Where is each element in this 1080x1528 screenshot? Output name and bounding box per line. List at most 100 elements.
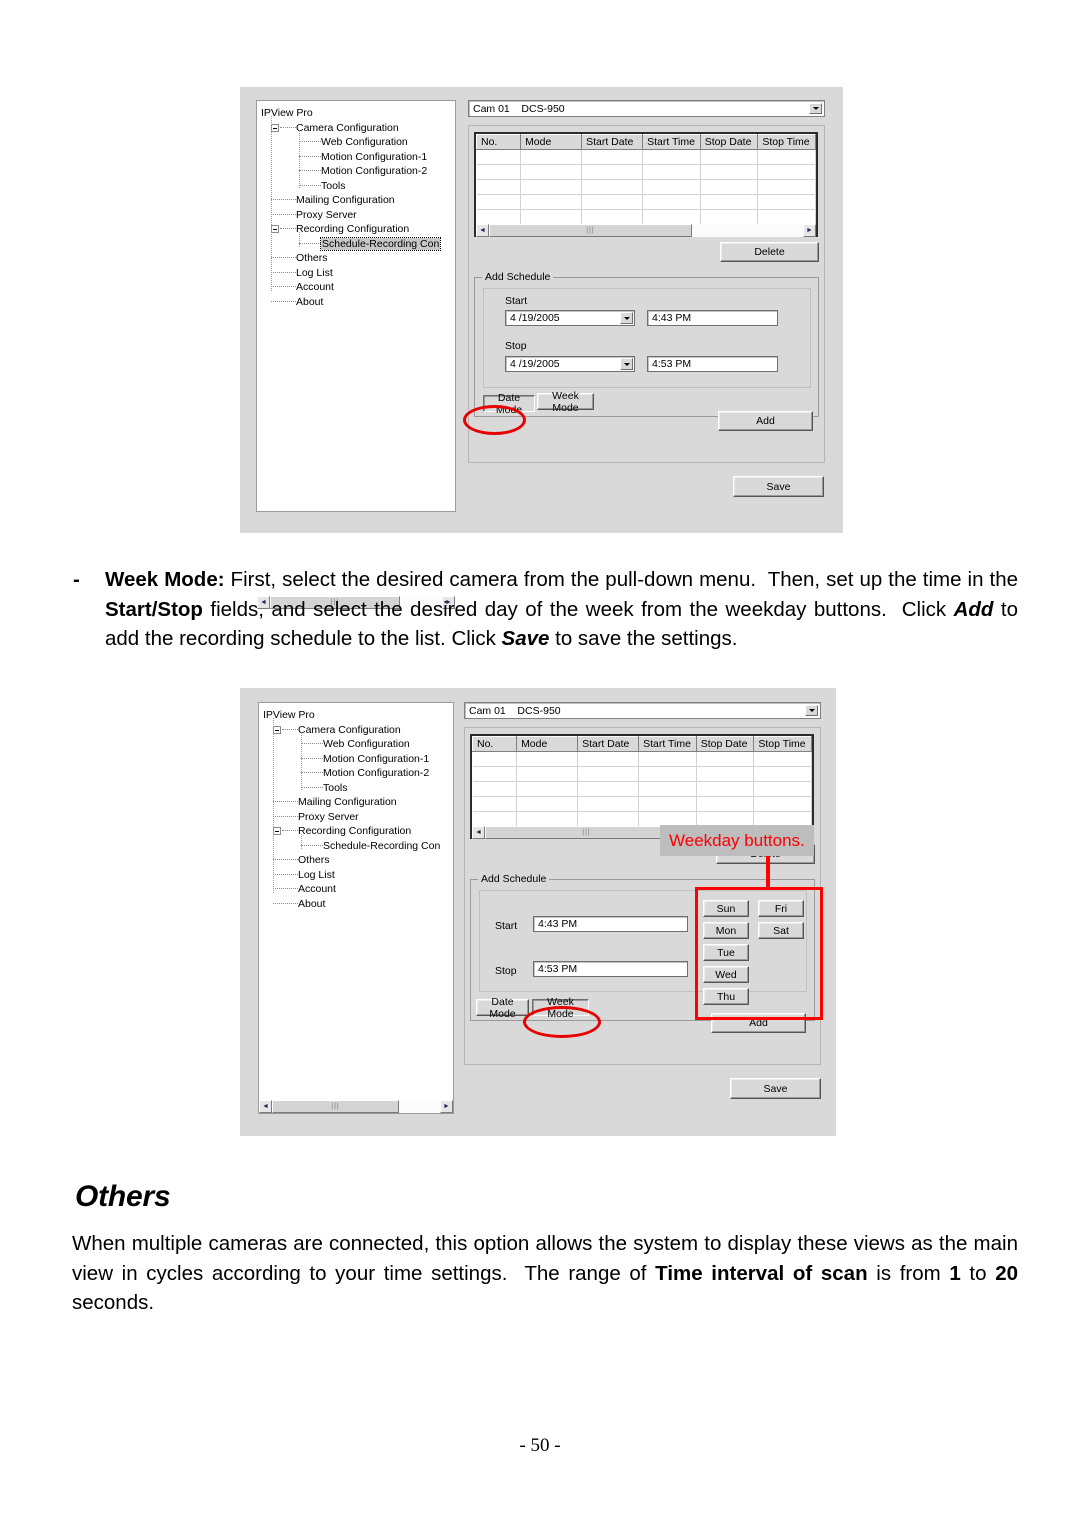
add-button[interactable]: Add <box>718 411 813 431</box>
tree-item-log-list[interactable]: Log List <box>261 266 455 281</box>
tree-item-tools[interactable]: Tools <box>263 781 453 796</box>
delete-button[interactable]: Delete <box>720 242 819 262</box>
camera-select[interactable]: Cam 01 DCS-950 <box>468 100 825 117</box>
scroll-left-arrow-icon[interactable]: ◄ <box>472 826 485 839</box>
tree-item-others[interactable]: Others <box>261 251 455 266</box>
start-time-field[interactable]: 4:43 PM <box>647 310 778 326</box>
tree-item-camera-configuration[interactable]: Camera Configuration <box>263 723 453 738</box>
tree-item-recording-configuration[interactable]: Recording Configuration <box>261 222 455 237</box>
tree-item-proxy-server[interactable]: Proxy Server <box>261 208 455 223</box>
schedule-table[interactable]: No. Mode Start Date Start Time Stop Date Stop… <box>474 132 818 237</box>
table-column-header[interactable]: Start Date <box>581 134 644 150</box>
table-column-header[interactable]: Start Date <box>577 736 640 752</box>
tree-item-about[interactable]: About <box>263 897 453 912</box>
scroll-thumb[interactable]: ||| <box>272 1100 399 1113</box>
tree-hscrollbar[interactable]: ◄ ||| ► <box>259 1100 453 1113</box>
scroll-thumb[interactable]: ||| <box>489 224 692 237</box>
stop-time-field[interactable]: 4:53 PM <box>533 961 688 977</box>
table-row[interactable] <box>472 766 812 782</box>
tree-root-item[interactable]: IPView Pro <box>263 708 453 723</box>
scroll-right-arrow-icon[interactable]: ► <box>440 1100 453 1113</box>
weekday-button-mon[interactable]: Mon <box>703 922 749 939</box>
tree-item-others[interactable]: Others <box>263 853 453 868</box>
date-mode-tab[interactable]: Date Mode <box>476 996 529 1020</box>
chevron-down-icon[interactable] <box>809 103 822 114</box>
table-row[interactable] <box>472 796 812 812</box>
table-row[interactable] <box>476 149 816 165</box>
table-row[interactable] <box>472 781 812 797</box>
scroll-track[interactable] <box>399 1100 440 1113</box>
table-column-header[interactable]: No. <box>476 134 522 150</box>
tree-item-log-list[interactable]: Log List <box>263 868 453 883</box>
table-row[interactable] <box>472 751 812 767</box>
tree-item-mailing-configuration[interactable]: Mailing Configuration <box>263 795 453 810</box>
tree-item-about[interactable]: About <box>261 295 455 310</box>
table-cell <box>472 796 518 812</box>
scroll-thumb[interactable]: ||| <box>485 826 688 839</box>
weekday-button-thu[interactable]: Thu <box>703 988 749 1005</box>
table-column-header[interactable]: Mode <box>516 736 579 752</box>
table-column-header[interactable]: Stop Time <box>753 736 812 752</box>
camera-select[interactable]: Cam 01 DCS-950 <box>464 702 821 719</box>
tree-item-web-configuration[interactable]: Web Configuration <box>263 737 453 752</box>
table-row[interactable] <box>476 194 816 210</box>
weekday-button-fri[interactable]: Fri <box>758 900 804 917</box>
tree-item-motion-configuration-2[interactable]: Motion Configuration-2 <box>263 766 453 781</box>
tree-item-motion-configuration-1[interactable]: Motion Configuration-1 <box>263 752 453 767</box>
table-column-header[interactable]: Start Time <box>642 134 701 150</box>
save-button[interactable]: Save <box>730 1078 821 1099</box>
tree-item-account[interactable]: Account <box>263 882 453 897</box>
table-column-header[interactable]: Stop Date <box>695 736 755 752</box>
table-column-header[interactable]: Mode <box>520 134 583 150</box>
scroll-left-arrow-icon[interactable]: ◄ <box>476 224 489 237</box>
schedule-table[interactable]: No. Mode Start Date Start Time Stop Date Stop… <box>470 734 814 839</box>
start-time-field[interactable]: 4:43 PM <box>533 916 688 932</box>
tree-item-account[interactable]: Account <box>261 280 455 295</box>
tree-collapse-minus-icon[interactable] <box>273 827 281 836</box>
weekday-button-sat[interactable]: Sat <box>758 922 804 939</box>
chevron-down-icon[interactable] <box>805 705 818 716</box>
table-row[interactable] <box>476 179 816 195</box>
scroll-left-arrow-icon[interactable]: ◄ <box>259 1100 272 1113</box>
table-row[interactable] <box>476 209 816 225</box>
table-column-header[interactable]: Stop Time <box>757 134 816 150</box>
tree-item-mailing-configuration[interactable]: Mailing Configuration <box>261 193 455 208</box>
scroll-track[interactable] <box>692 224 803 237</box>
tree-item-schedule-recording-con[interactable]: Schedule-Recording Con <box>261 236 455 252</box>
date-mode-tab[interactable]: Date Mode <box>483 392 535 416</box>
table-column-header[interactable]: Stop Date <box>699 134 759 150</box>
tree-item-label: Log List <box>296 266 333 279</box>
tree-collapse-minus-icon[interactable] <box>271 123 279 132</box>
start-date-field[interactable]: 4 /19/2005 <box>505 310 635 326</box>
tree-collapse-minus-icon[interactable] <box>273 725 281 734</box>
weekday-button-sun[interactable]: Sun <box>703 900 749 917</box>
tree-item-schedule-recording-con[interactable]: Schedule-Recording Con <box>263 839 453 854</box>
week-mode-tab[interactable]: Week Mode <box>537 390 594 414</box>
navigation-tree-panel[interactable]: IPView Pro Camera Configuration Web Config… <box>258 702 454 1114</box>
date-spinner-icon[interactable] <box>620 312 633 324</box>
tree-collapse-minus-icon[interactable] <box>271 225 279 234</box>
tree-root-item[interactable]: IPView Pro <box>261 106 455 121</box>
weekday-button-tue[interactable]: Tue <box>703 944 749 961</box>
week-mode-tab[interactable]: Week Mode <box>532 996 589 1020</box>
tree-item-web-configuration[interactable]: Web Configuration <box>261 135 455 150</box>
tree-item-label: Others <box>298 854 330 866</box>
tree-item-tools[interactable]: Tools <box>261 179 455 194</box>
save-button[interactable]: Save <box>733 476 824 497</box>
tree-item-proxy-server[interactable]: Proxy Server <box>263 810 453 825</box>
weekday-button-wed[interactable]: Wed <box>703 966 749 983</box>
table-row[interactable] <box>476 164 816 180</box>
tree-item-motion-configuration-1[interactable]: Motion Configuration-1 <box>261 150 455 165</box>
add-button[interactable]: Add <box>711 1013 806 1033</box>
table-hscrollbar[interactable]: ◄ ||| ► <box>476 224 816 237</box>
table-column-header[interactable]: No. <box>472 736 518 752</box>
stop-date-field[interactable]: 4 /19/2005 <box>505 356 635 372</box>
scroll-right-arrow-icon[interactable]: ► <box>803 224 816 237</box>
tree-item-recording-configuration[interactable]: Recording Configuration <box>263 824 453 839</box>
date-spinner-icon[interactable] <box>620 358 633 370</box>
navigation-tree-panel[interactable]: IPView Pro Camera Configuration Web Config… <box>256 100 456 512</box>
table-column-header[interactable]: Start Time <box>638 736 697 752</box>
tree-item-motion-configuration-2[interactable]: Motion Configuration-2 <box>261 164 455 179</box>
stop-time-field[interactable]: 4:53 PM <box>647 356 778 372</box>
tree-item-camera-configuration[interactable]: Camera Configuration <box>261 121 455 136</box>
